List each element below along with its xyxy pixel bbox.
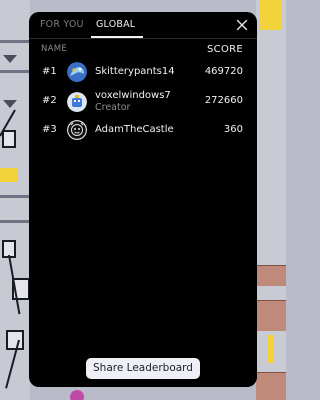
leaderboard-row[interactable]: #1 Skitterypants14 469720 <box>29 60 257 84</box>
spike-shape <box>3 100 17 108</box>
yellow-sign-shape <box>268 335 274 363</box>
username-label[interactable]: AdamTheCastle <box>95 124 174 136</box>
leaderboard-row[interactable]: #3 AdamTheCastle 360 <box>29 118 257 142</box>
castle-face-avatar-icon[interactable] <box>67 120 87 140</box>
close-icon <box>236 19 248 31</box>
leaderboard-modal: FOR YOU GLOBAL NAME SCORE #1 Skitterypan… <box>29 12 257 387</box>
wall-stripe <box>0 195 30 198</box>
wall-stripe <box>0 220 30 223</box>
score-column-header: SCORE <box>207 44 243 55</box>
score-value: 272660 <box>204 95 243 106</box>
brick-shape <box>256 372 286 400</box>
tab-global[interactable]: GLOBAL <box>96 19 135 30</box>
crate-shape <box>2 130 16 148</box>
blue-creature-avatar-icon[interactable] <box>67 62 87 82</box>
rank-label: #2 <box>42 95 57 106</box>
username-label[interactable]: Skitterypants14 <box>95 66 175 78</box>
spike-shape <box>3 55 17 63</box>
wall-stripe <box>0 40 30 43</box>
tab-for-you[interactable]: FOR YOU <box>40 19 84 30</box>
yellow-sign-shape <box>0 168 18 182</box>
creator-badge: Creator <box>95 102 131 113</box>
blue-robot-avatar-icon[interactable] <box>67 92 87 112</box>
brick-shape <box>256 265 286 286</box>
pink-blob-shape <box>70 390 84 400</box>
score-value: 469720 <box>204 66 243 77</box>
yellow-sign-shape <box>260 0 282 30</box>
tab-bar: FOR YOU GLOBAL <box>29 12 257 39</box>
brick-shape <box>256 300 286 331</box>
rank-label: #1 <box>42 66 57 77</box>
name-column-header: NAME <box>41 44 68 54</box>
score-value: 360 <box>223 124 243 135</box>
username-label[interactable]: voxelwindows7 <box>95 90 171 102</box>
share-leaderboard-button[interactable]: Share Leaderboard <box>86 358 200 379</box>
leaderboard-row[interactable]: #2 voxelwindows7 Creator 272660 <box>29 89 257 115</box>
wall-stripe <box>0 70 30 73</box>
close-button[interactable] <box>233 16 251 34</box>
active-tab-indicator <box>91 36 143 38</box>
rank-label: #3 <box>42 124 57 135</box>
